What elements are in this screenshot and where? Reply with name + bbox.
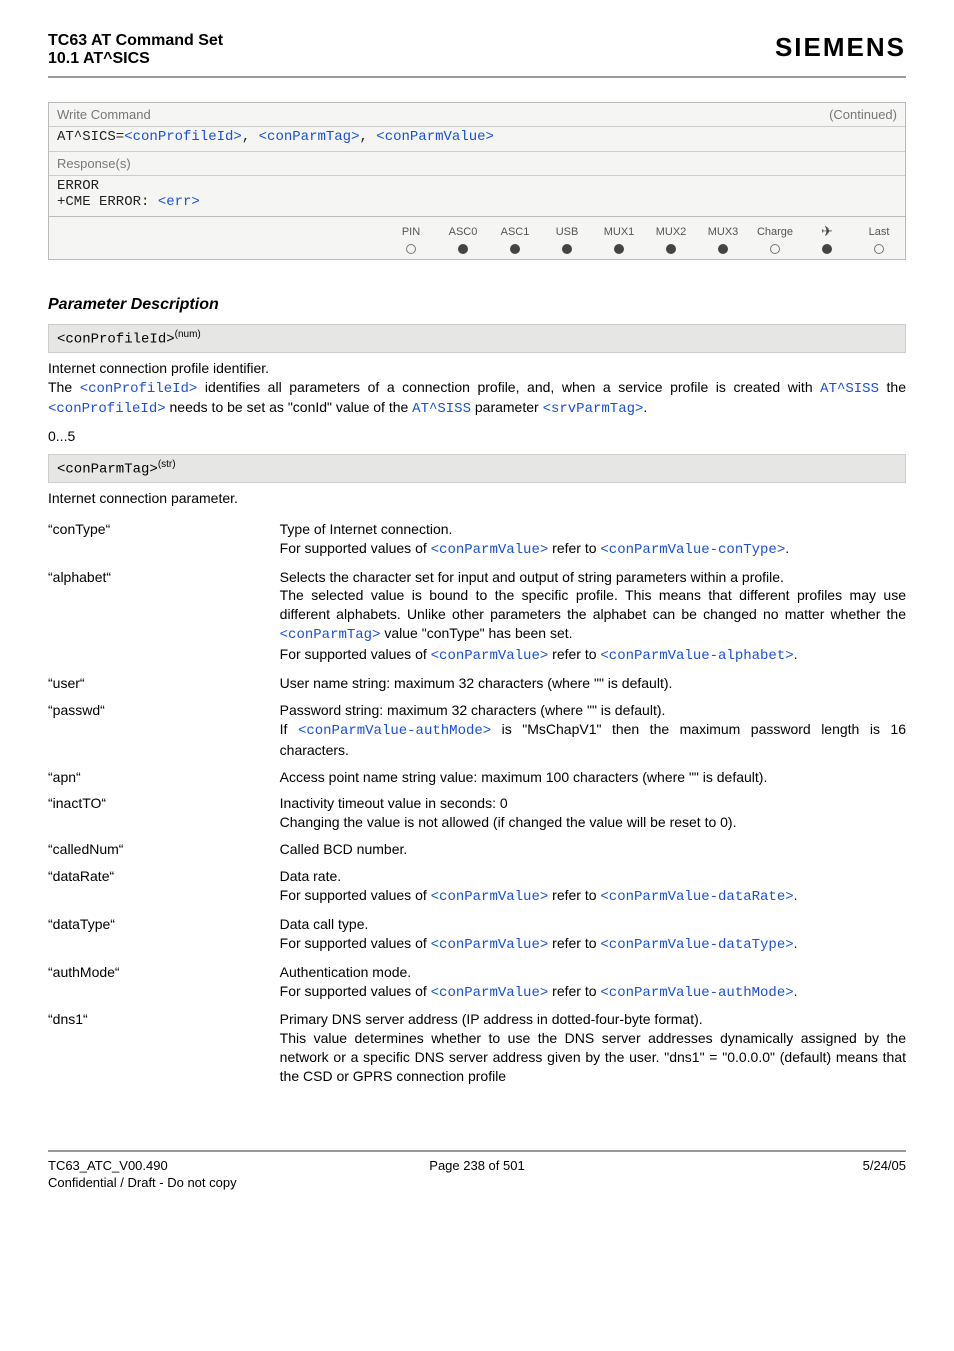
row-apn: “apn“ Access point name string value: ma… <box>48 764 906 791</box>
write-command-label: Write Command <box>57 107 151 122</box>
row-authmode: “authMode“ Authentication mode. For supp… <box>48 959 906 1007</box>
footer-date: 5/24/05 <box>620 1158 906 1173</box>
footer-confidential: Confidential / Draft - Do not copy <box>48 1175 906 1190</box>
responses-label: Response(s) <box>49 151 905 176</box>
if-head-8: ✈ <box>801 221 853 242</box>
if-dot-1 <box>437 242 489 259</box>
link-conparmvalue-1[interactable]: <conParmValue> <box>431 542 549 558</box>
interface-table: PINASC0ASC1USBMUX1MUX2MUX3Charge ✈ Last <box>385 221 905 259</box>
command-syntax: AT^SICS=<conProfileId>, <conParmTag>, <c… <box>49 127 905 151</box>
airplane-icon: ✈ <box>821 223 833 239</box>
if-dot-9 <box>853 242 905 259</box>
if-dot-7 <box>749 242 801 259</box>
if-head-4: MUX1 <box>593 221 645 242</box>
link-conparmtag-a[interactable]: <conParmTag> <box>280 627 381 643</box>
dot-filled-icon <box>666 244 676 254</box>
if-head-2: ASC1 <box>489 221 541 242</box>
link-conparmvalue-datarate[interactable]: <conParmValue-dataRate> <box>600 889 793 905</box>
write-command-box: Write Command (Continued) AT^SICS=<conPr… <box>48 102 906 260</box>
title-line2: 10.1 AT^SICS <box>48 50 223 68</box>
link-atsiss-2[interactable]: AT^SISS <box>412 401 471 417</box>
resp-error: ERROR <box>57 178 897 194</box>
if-head-6: MUX3 <box>697 221 749 242</box>
if-dot-4 <box>593 242 645 259</box>
dot-filled-icon <box>718 244 728 254</box>
link-conparmvalue-alphabet[interactable]: <conParmValue-alphabet> <box>600 648 793 664</box>
if-dot-6 <box>697 242 749 259</box>
if-head-0: PIN <box>385 221 437 242</box>
param-conprofileid-bar: <conProfileId>(num) <box>48 324 906 353</box>
link-conparmvalue-contype[interactable]: <conParmValue-conType> <box>600 542 785 558</box>
param-conparmtag-bar: <conParmTag>(str) <box>48 454 906 483</box>
if-head-9: Last <box>853 221 905 242</box>
dot-empty-icon <box>406 244 416 254</box>
link-conparmvalue-datatype[interactable]: <conParmValue-dataType> <box>600 937 793 953</box>
link-conparmvalue-4[interactable]: <conParmValue> <box>431 937 549 953</box>
link-conprofileid[interactable]: <conProfileId> <box>124 129 242 145</box>
dot-filled-icon <box>562 244 572 254</box>
if-dot-5 <box>645 242 697 259</box>
link-conparmtag[interactable]: <conParmTag> <box>259 129 360 145</box>
page-header: TC63 AT Command Set 10.1 AT^SICS SIEMENS <box>48 32 906 78</box>
link-conprofileid-2[interactable]: <conProfileId> <box>80 381 198 397</box>
row-datatype: “dataType“ Data call type. For supported… <box>48 911 906 959</box>
link-conprofileid-3[interactable]: <conProfileId> <box>48 401 166 417</box>
link-conparmvalue-authmode-1[interactable]: <conParmValue-authMode> <box>298 723 491 739</box>
row-inactto: “inactTO“ Inactivity timeout value in se… <box>48 790 906 836</box>
if-head-3: USB <box>541 221 593 242</box>
param-conparmtag-intro: Internet connection parameter. <box>48 489 906 508</box>
row-user: “user“ User name string: maximum 32 char… <box>48 670 906 697</box>
page-footer: TC63_ATC_V00.490 Page 238 of 501 5/24/05 <box>48 1150 906 1173</box>
if-dot-3 <box>541 242 593 259</box>
interface-support-row: PINASC0ASC1USBMUX1MUX2MUX3Charge ✈ Last <box>49 216 905 259</box>
param-conprofileid-range: 0...5 <box>48 427 906 446</box>
link-srvparmtag[interactable]: <srvParmTag> <box>543 401 644 417</box>
param-conprofileid-desc: Internet connection profile identifier. … <box>48 359 906 420</box>
if-dot-8 <box>801 242 853 259</box>
if-dot-2 <box>489 242 541 259</box>
syntax-prefix: AT^SICS= <box>57 129 124 145</box>
dot-filled-icon <box>614 244 624 254</box>
dot-filled-icon <box>458 244 468 254</box>
dot-empty-icon <box>770 244 780 254</box>
row-contype: “conType“ Type of Internet connection. F… <box>48 516 906 564</box>
conparmtag-table: “conType“ Type of Internet connection. F… <box>48 516 906 1090</box>
section-parameter-description: Parameter Description <box>48 296 906 314</box>
row-dns1: “dns1“ Primary DNS server address (IP ad… <box>48 1006 906 1090</box>
row-passwd: “passwd“ Password string: maximum 32 cha… <box>48 697 906 764</box>
title-line1: TC63 AT Command Set <box>48 32 223 50</box>
dot-filled-icon <box>510 244 520 254</box>
row-alphabet: “alphabet“ Selects the character set for… <box>48 564 906 670</box>
link-conparmvalue-3[interactable]: <conParmValue> <box>431 889 549 905</box>
link-conparmvalue[interactable]: <conParmValue> <box>376 129 494 145</box>
if-dot-0 <box>385 242 437 259</box>
footer-left: TC63_ATC_V00.490 <box>48 1158 334 1173</box>
continued-label: (Continued) <box>829 107 897 122</box>
write-command-header: Write Command (Continued) <box>49 103 905 127</box>
dot-empty-icon <box>874 244 884 254</box>
doc-title: TC63 AT Command Set 10.1 AT^SICS <box>48 32 223 68</box>
footer-page: Page 238 of 501 <box>334 1158 620 1173</box>
if-head-5: MUX2 <box>645 221 697 242</box>
row-datarate: “dataRate“ Data rate. For supported valu… <box>48 863 906 911</box>
link-conparmvalue-5[interactable]: <conParmValue> <box>431 985 549 1001</box>
resp-cme: +CME ERROR: <err> <box>57 194 897 210</box>
link-conparmvalue-2[interactable]: <conParmValue> <box>431 648 549 664</box>
brand-logo: SIEMENS <box>775 32 906 63</box>
dot-filled-icon <box>822 244 832 254</box>
responses-body: ERROR +CME ERROR: <err> <box>49 176 905 216</box>
row-callednum: “calledNum“ Called BCD number. <box>48 836 906 863</box>
link-conparmvalue-authmode-2[interactable]: <conParmValue-authMode> <box>600 985 793 1001</box>
if-head-1: ASC0 <box>437 221 489 242</box>
link-atsiss[interactable]: AT^SISS <box>820 381 879 397</box>
link-err[interactable]: <err> <box>158 194 200 210</box>
if-head-7: Charge <box>749 221 801 242</box>
